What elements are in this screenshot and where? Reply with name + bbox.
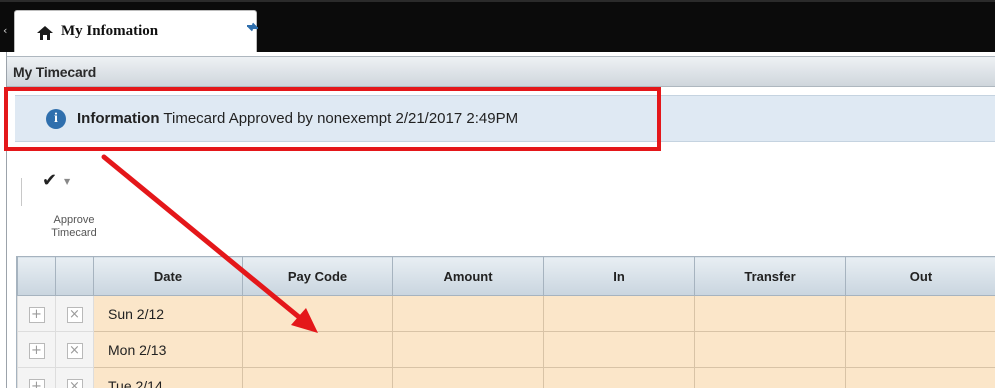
- delete-row-cell: ×: [55, 295, 94, 332]
- add-row-cell: +: [17, 331, 56, 368]
- annotation-highlight-box: [4, 87, 661, 151]
- pay-code-cell[interactable]: [242, 367, 393, 388]
- column-header-out[interactable]: Out: [845, 256, 995, 296]
- close-icon[interactable]: ×: [66, 306, 83, 323]
- delete-row-cell: ×: [55, 367, 94, 388]
- in-cell[interactable]: [543, 331, 695, 368]
- approve-label-line1: Approve: [53, 214, 95, 226]
- approve-timecard-button[interactable]: ✔ ▼ Approve Timecard: [36, 166, 106, 246]
- column-header-delete: [55, 256, 94, 296]
- transfer-cell[interactable]: [694, 295, 846, 332]
- panel-title: My Timecard: [13, 64, 97, 80]
- add-icon[interactable]: +: [28, 378, 45, 388]
- in-cell[interactable]: [543, 295, 695, 332]
- amount-cell[interactable]: [392, 295, 544, 332]
- transfer-cell[interactable]: [694, 367, 846, 388]
- tab-label: My Infomation: [61, 23, 159, 39]
- add-row-cell: +: [17, 295, 56, 332]
- column-header-in[interactable]: In: [543, 256, 695, 296]
- tab-my-information[interactable]: My Infomation: [14, 10, 259, 52]
- date-cell: Sun 2/12: [93, 295, 243, 332]
- out-cell[interactable]: [845, 295, 995, 332]
- add-icon[interactable]: +: [28, 306, 45, 323]
- column-header-date[interactable]: Date: [93, 256, 243, 296]
- table-row: + × Tue 2/14: [17, 367, 995, 388]
- amount-cell[interactable]: [392, 331, 544, 368]
- out-cell[interactable]: [845, 367, 995, 388]
- top-bar-stripe: [0, 0, 995, 2]
- panel-header: My Timecard: [7, 56, 995, 87]
- transfer-cell[interactable]: [694, 331, 846, 368]
- close-icon[interactable]: ×: [66, 342, 83, 359]
- out-cell[interactable]: [845, 331, 995, 368]
- pay-code-cell[interactable]: [242, 295, 393, 332]
- column-header-transfer[interactable]: Transfer: [694, 256, 846, 296]
- add-row-cell: +: [17, 367, 56, 388]
- pay-code-cell[interactable]: [242, 331, 393, 368]
- date-cell: Tue 2/14: [93, 367, 243, 388]
- close-icon[interactable]: ×: [66, 378, 83, 388]
- chevron-down-icon[interactable]: ▼: [64, 177, 70, 186]
- column-header-add: [17, 256, 56, 296]
- table-row: + × Sun 2/12: [17, 295, 995, 332]
- table-row: + × Mon 2/13: [17, 331, 995, 368]
- approve-label-line2: Timecard: [51, 227, 97, 239]
- grid-header-row: Date Pay Code Amount In Transfer Out: [17, 256, 995, 296]
- side-expand-icon[interactable]: ‹: [3, 24, 11, 38]
- refresh-icon[interactable]: [246, 22, 259, 32]
- column-header-amount[interactable]: Amount: [392, 256, 544, 296]
- approve-timecard-label: Approve Timecard: [36, 214, 112, 240]
- add-icon[interactable]: +: [28, 342, 45, 359]
- home-icon: [37, 26, 53, 40]
- amount-cell[interactable]: [392, 367, 544, 388]
- top-bar: ‹ My Infomation: [0, 0, 995, 52]
- column-header-pay-code[interactable]: Pay Code: [242, 256, 393, 296]
- in-cell[interactable]: [543, 367, 695, 388]
- checkmark-icon: ✔: [42, 170, 58, 191]
- date-cell: Mon 2/13: [93, 331, 243, 368]
- delete-row-cell: ×: [55, 331, 94, 368]
- toolbar-divider: [21, 178, 22, 206]
- timecard-grid: Date Pay Code Amount In Transfer Out + ×…: [16, 256, 995, 388]
